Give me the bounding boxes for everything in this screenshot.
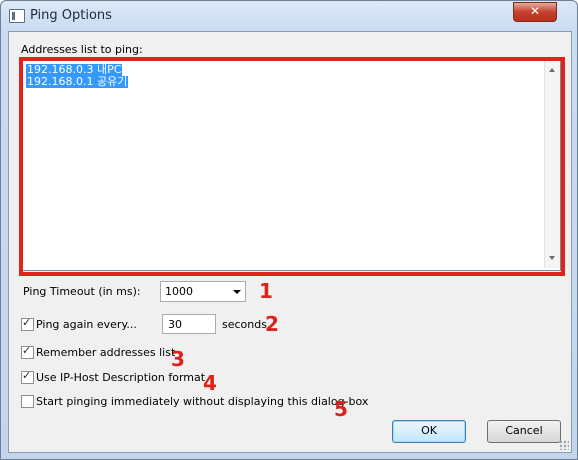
ip-host-format-checkbox[interactable]	[21, 369, 34, 384]
cancel-button[interactable]: Cancel	[487, 420, 561, 443]
dialog-body: Addresses list to ping: 192.168.0.3 내PC …	[8, 31, 572, 453]
addresses-label: Addresses list to ping:	[21, 43, 143, 56]
app-icon	[9, 9, 25, 23]
annotation-number-3: 3	[171, 347, 185, 371]
ping-again-checkbox[interactable]	[21, 316, 34, 331]
ip-host-format-label: Use IP-Host Description format	[36, 371, 206, 384]
vertical-scrollbar[interactable]	[544, 60, 560, 268]
annotation-number-4: 4	[203, 371, 217, 395]
ok-button[interactable]: OK	[392, 420, 466, 443]
title-bar: Ping Options ✕	[1, 1, 577, 31]
chevron-down-icon[interactable]	[233, 290, 241, 294]
start-immediately-checkbox[interactable]	[21, 395, 34, 408]
annotation-number-5: 5	[334, 397, 348, 421]
remember-addresses-label: Remember addresses list	[36, 346, 176, 359]
ping-again-interval-input[interactable]: 30	[162, 314, 216, 334]
ping-timeout-select[interactable]: 1000	[160, 281, 246, 302]
scroll-down-arrow-icon[interactable]	[549, 256, 555, 260]
ping-timeout-label: Ping Timeout (in ms):	[23, 285, 141, 298]
ping-timeout-value: 1000	[165, 285, 193, 298]
scroll-up-arrow-icon[interactable]	[549, 68, 555, 72]
start-immediately-label: Start pinging immediately without displa…	[36, 395, 369, 408]
addresses-textarea[interactable]: 192.168.0.3 내PC 192.168.0.1 공유기	[21, 59, 561, 271]
resize-grip-icon[interactable]	[559, 440, 569, 450]
window-title: Ping Options	[30, 8, 112, 23]
seconds-label: seconds	[222, 318, 267, 331]
address-line[interactable]: 192.168.0.1 공유기	[26, 76, 129, 88]
remember-addresses-checkbox[interactable]	[21, 344, 34, 359]
close-button[interactable]: ✕	[513, 2, 557, 22]
annotation-number-1: 1	[259, 279, 273, 303]
ping-options-dialog: Ping Options ✕ Addresses list to ping: 1…	[0, 0, 578, 460]
annotation-number-2: 2	[265, 312, 279, 336]
ping-again-label: Ping again every...	[36, 318, 137, 331]
ping-again-interval-value: 30	[168, 318, 182, 331]
